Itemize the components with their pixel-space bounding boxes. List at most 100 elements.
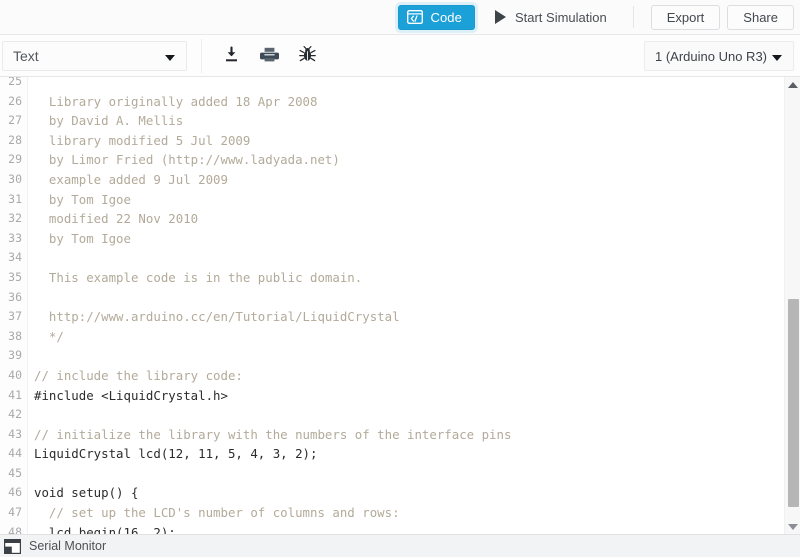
line-source: // set up the LCD's number of columns an… — [28, 503, 400, 523]
code-line[interactable]: 26 Library originally added 18 Apr 2008 — [0, 92, 780, 112]
line-number: 25 — [0, 77, 28, 92]
serial-monitor-label: Serial Monitor — [29, 539, 106, 553]
code-line[interactable]: 33 by Tom Igoe — [0, 229, 780, 249]
code-button[interactable]: Code — [398, 5, 474, 30]
line-number: 39 — [0, 346, 28, 366]
line-number: 26 — [0, 92, 28, 112]
code-editor[interactable]: 2526 Library originally added 18 Apr 200… — [0, 77, 800, 534]
line-source: by David A. Mellis — [28, 111, 183, 131]
line-number: 29 — [0, 150, 28, 170]
chevron-down-icon — [165, 55, 175, 61]
line-source: void setup() { — [28, 483, 138, 503]
code-line[interactable]: 41#include <LiquidCrystal.h> — [0, 386, 780, 406]
line-number: 38 — [0, 327, 28, 347]
board-select[interactable]: 1 (Arduino Uno R3) — [644, 41, 794, 71]
toolbar-divider — [633, 6, 634, 28]
line-number: 36 — [0, 288, 28, 308]
line-number: 48 — [0, 523, 28, 534]
chevron-down-icon — [772, 55, 782, 61]
tinkercad-code-editor: Code Start Simulation Export Share Text — [0, 0, 800, 557]
code-line[interactable]: 42 — [0, 405, 780, 425]
scrollbar-thumb[interactable] — [788, 299, 799, 507]
code-line[interactable]: 46void setup() { — [0, 483, 780, 503]
line-number: 28 — [0, 131, 28, 151]
line-source: example added 9 Jul 2009 — [28, 170, 228, 190]
code-line[interactable]: 40// include the library code: — [0, 366, 780, 386]
line-number: 31 — [0, 190, 28, 210]
code-line[interactable]: 47 // set up the LCD's number of columns… — [0, 503, 780, 523]
view-mode-value: Text — [13, 48, 39, 64]
line-source: modified 22 Nov 2010 — [28, 209, 198, 229]
code-line[interactable]: 44LiquidCrystal lcd(12, 11, 5, 4, 3, 2); — [0, 444, 780, 464]
code-line[interactable]: 37 http://www.arduino.cc/en/Tutorial/Liq… — [0, 307, 780, 327]
code-line[interactable]: 28 library modified 5 Jul 2009 — [0, 131, 780, 151]
line-source: by Limor Fried (http://www.ladyada.net) — [28, 150, 340, 170]
code-line[interactable]: 30 example added 9 Jul 2009 — [0, 170, 780, 190]
line-number: 44 — [0, 444, 28, 464]
play-icon — [495, 10, 506, 24]
code-lines[interactable]: 2526 Library originally added 18 Apr 200… — [0, 77, 780, 534]
line-source: http://www.arduino.cc/en/Tutorial/Liquid… — [28, 307, 400, 327]
line-source: #include <LiquidCrystal.h> — [28, 386, 228, 406]
line-number: 34 — [0, 248, 28, 268]
debug-button[interactable] — [288, 40, 326, 72]
code-line[interactable]: 45 — [0, 464, 780, 484]
editor-scrollbar[interactable] — [784, 77, 800, 534]
bug-icon — [299, 46, 316, 66]
line-source: lcd.begin(16, 2); — [28, 523, 176, 534]
line-number: 40 — [0, 366, 28, 386]
code-line[interactable]: 25 — [0, 77, 780, 92]
serial-monitor-icon — [4, 539, 21, 554]
start-simulation-label: Start Simulation — [515, 10, 607, 25]
view-mode-select[interactable]: Text — [2, 41, 187, 71]
board-select-value: 1 (Arduino Uno R3) — [655, 49, 767, 64]
line-number: 35 — [0, 268, 28, 288]
scroll-up-arrow-icon[interactable] — [785, 77, 800, 92]
download-button[interactable] — [212, 40, 250, 72]
code-line[interactable]: 43// initialize the library with the num… — [0, 425, 780, 445]
line-source: by Tom Igoe — [28, 190, 131, 210]
line-source: // include the library code: — [28, 366, 243, 386]
line-source: by Tom Igoe — [28, 229, 131, 249]
code-line[interactable]: 31 by Tom Igoe — [0, 190, 780, 210]
code-line[interactable]: 35 This example code is in the public do… — [0, 268, 780, 288]
line-number: 27 — [0, 111, 28, 131]
line-source: This example code is in the public domai… — [28, 268, 362, 288]
line-source: // initialize the library with the numbe… — [28, 425, 511, 445]
code-line[interactable]: 39 — [0, 346, 780, 366]
line-number: 45 — [0, 464, 28, 484]
line-number: 46 — [0, 483, 28, 503]
code-window-icon — [407, 10, 423, 24]
code-line[interactable]: 34 — [0, 248, 780, 268]
line-source: library modified 5 Jul 2009 — [28, 131, 250, 151]
code-button-label: Code — [430, 10, 461, 25]
line-number: 37 — [0, 307, 28, 327]
view-toggle-group: Code Start Simulation — [398, 4, 618, 30]
code-line[interactable]: 29 by Limor Fried (http://www.ladyada.ne… — [0, 150, 780, 170]
line-number: 47 — [0, 503, 28, 523]
line-number: 41 — [0, 386, 28, 406]
code-line[interactable]: 48 lcd.begin(16, 2); — [0, 523, 780, 534]
scroll-down-arrow-icon[interactable] — [785, 519, 800, 534]
code-line[interactable]: 27 by David A. Mellis — [0, 111, 780, 131]
bottom-bar[interactable]: Serial Monitor — [0, 534, 800, 557]
code-line[interactable]: 32 modified 22 Nov 2010 — [0, 209, 780, 229]
code-line[interactable]: 38 */ — [0, 327, 780, 347]
line-number: 42 — [0, 405, 28, 425]
top-toolbar: Code Start Simulation Export Share — [0, 0, 800, 35]
print-icon — [260, 46, 279, 66]
line-number: 43 — [0, 425, 28, 445]
print-button[interactable] — [250, 40, 288, 72]
share-button[interactable]: Share — [727, 5, 794, 30]
line-number: 32 — [0, 209, 28, 229]
line-number: 33 — [0, 229, 28, 249]
editor-toolbar: Text — [0, 35, 800, 77]
editor-action-group — [201, 39, 326, 73]
code-line[interactable]: 36 — [0, 288, 780, 308]
line-number: 30 — [0, 170, 28, 190]
line-source: Library originally added 18 Apr 2008 — [28, 92, 317, 112]
export-button[interactable]: Export — [651, 5, 721, 30]
line-source: LiquidCrystal lcd(12, 11, 5, 4, 3, 2); — [28, 444, 317, 464]
line-source: */ — [28, 327, 64, 347]
start-simulation-button[interactable]: Start Simulation — [485, 4, 619, 30]
